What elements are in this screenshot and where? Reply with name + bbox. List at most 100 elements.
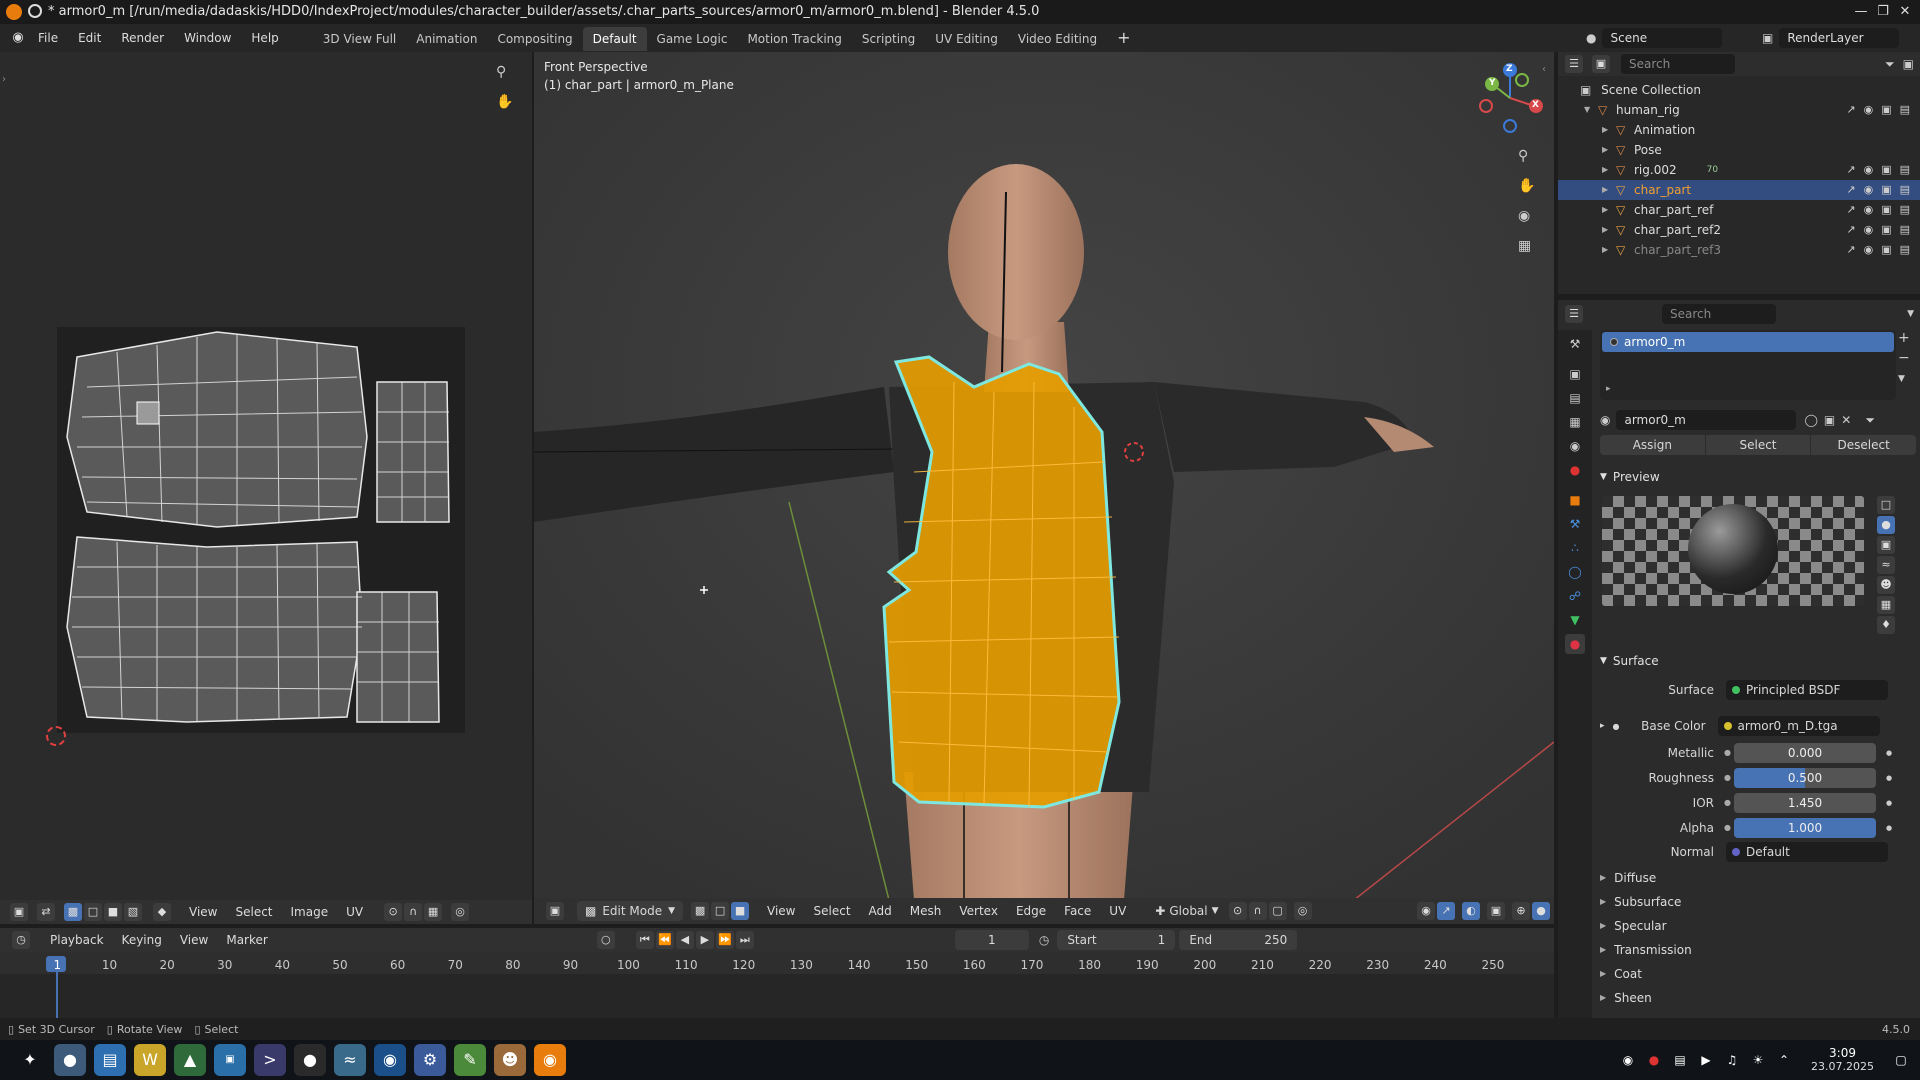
keyframe-dot-icon[interactable]: ● [1886,824,1892,832]
tab-scripting[interactable]: Scripting [852,27,925,51]
viewport-toggle-icon[interactable]: ▣ [1881,220,1891,240]
material-browse-icon[interactable]: ◉ [1600,413,1610,427]
mode-selector[interactable]: ▩ Edit Mode ▼ [577,901,684,921]
viewport-scene[interactable] [534,52,1554,900]
timeline-menu-keying[interactable]: Keying [113,933,171,947]
display-mode-icon[interactable]: ▣ [1592,55,1610,73]
modifier-tab-icon[interactable]: ⚒ [1565,514,1585,534]
subsection-header[interactable]: ▶ Subsurface [1600,890,1916,914]
preview-fluid-icon[interactable]: ♦ [1877,616,1895,634]
auto-keying-icon[interactable]: ○ [596,931,615,949]
tab-default[interactable]: Default [582,27,647,51]
world-tab-icon[interactable]: ● [1565,460,1585,480]
camera-icon[interactable]: ▤ [1900,180,1910,200]
start-frame-field[interactable]: Start 1 [1057,930,1176,950]
prop-slider[interactable]: 1.450 [1734,792,1876,813]
viewport-menu-vertex[interactable]: Vertex [950,904,1007,918]
scene-field[interactable]: Scene [1602,28,1723,48]
viewport-menu-uv[interactable]: UV [1100,904,1135,918]
scene-tab-icon[interactable]: ◉ [1565,436,1585,456]
subsection-header[interactable]: ▶ Transmission [1600,938,1916,962]
menu-edit[interactable]: Edit [68,24,111,52]
eye-icon[interactable]: ◉ [1864,160,1874,180]
next-keyframe-icon[interactable]: ⏩ [715,931,734,949]
preview-section-header[interactable]: ▼ Preview [1600,466,1916,488]
viewport-menu-view[interactable]: View [758,904,804,918]
filter-icon[interactable]: ⏷ [1885,57,1895,72]
uv-menu-image[interactable]: Image [282,905,338,919]
select-toggle-icon[interactable]: ↗ [1846,100,1855,120]
preview-flat-icon[interactable]: □ [1877,496,1895,514]
uv-texture-image[interactable] [57,327,465,733]
app-launcher-icon[interactable]: ✦ [14,1044,46,1076]
minimize-button[interactable]: — [1852,3,1870,21]
island-select-icon[interactable]: ▧ [124,903,142,921]
proportional-edit-icon[interactable]: ◎ [451,903,470,921]
subsection-header[interactable]: ▶ Sheen [1600,986,1916,1010]
material-name-field[interactable]: armor0_m [1616,410,1797,430]
uv-menu-select[interactable]: Select [226,905,281,919]
tool-tab-icon[interactable]: ⚒ [1565,334,1585,354]
editor-type-icon[interactable]: ☰ [1565,55,1583,73]
settings-icon[interactable] [28,4,42,18]
tab-video-editing[interactable]: Video Editing [1008,27,1107,51]
scene-collection-row[interactable]: ▣ Scene Collection [1558,80,1920,100]
app-icon-wave[interactable]: ≈ [334,1044,366,1076]
viewport-menu-face[interactable]: Face [1055,904,1100,918]
chevron-right-icon[interactable]: ▶ [1602,180,1616,200]
physics-tab-icon[interactable]: ◯ [1565,562,1585,582]
tab-uv-editing[interactable]: UV Editing [925,27,1008,51]
keyframe-dot-icon[interactable]: ● [1886,774,1892,782]
eye-icon[interactable]: ◉ [1864,220,1874,240]
brightness-icon[interactable]: ☀ [1749,1044,1767,1076]
prop-slider[interactable]: 0.000 [1734,742,1876,763]
chevron-right-icon[interactable]: ▶ [1602,160,1616,180]
viewport-toggle-icon[interactable]: ▣ [1881,200,1891,220]
preview-cloth-icon[interactable]: ▦ [1877,596,1895,614]
camera-icon[interactable]: ▤ [1900,220,1910,240]
frame-ruler[interactable]: 1 10 20 30 40 50 60 70 80 90 100 110 120 130 140 150 160… [0,952,1554,974]
editor-type-icon[interactable]: ▣ [10,903,28,921]
preview-monkey-icon[interactable]: ☻ [1877,576,1895,594]
fake-user-icon[interactable]: ◯ [1804,413,1817,427]
eye-icon[interactable]: ◉ [1864,200,1874,220]
chevron-right-icon[interactable]: ▶ [1602,200,1616,220]
scene-selector[interactable]: ● Scene [1586,28,1723,48]
volume-icon[interactable]: ♫ [1723,1044,1741,1076]
camera-icon[interactable]: ▤ [1900,200,1910,220]
select-toggle-icon[interactable]: ↗ [1846,220,1855,240]
viewport-menu-add[interactable]: Add [860,904,901,918]
pan-hand-icon[interactable]: ✋ [1518,178,1535,194]
play-icon[interactable]: ▶ [695,931,714,949]
pivot-icon[interactable]: ⊙ [1228,902,1247,920]
uv-sync-selection-icon[interactable]: ⇄ [37,903,55,921]
proportional-edit-icon[interactable]: ◎ [1293,902,1312,920]
menu-help[interactable]: Help [241,24,288,52]
preview-cube-icon[interactable]: ▣ [1877,536,1895,554]
navigation-gizmo[interactable]: Z X Y [1474,62,1546,134]
camera-view-icon[interactable]: ◉ [1518,208,1530,224]
jump-start-icon[interactable]: ⏮ [635,931,654,949]
preview-sphere-icon[interactable]: ● [1877,516,1895,534]
close-button[interactable]: ✕ [1896,3,1914,21]
outliner-row[interactable]: ▶ ▽ rig.002 70 ↗ ◉ ▣ ▤ [1558,160,1920,180]
chevron-right-icon[interactable]: ▶ [1602,140,1616,160]
3d-viewport[interactable]: Front Perspective (1) char_part | armor0… [534,52,1554,900]
constraints-tab-icon[interactable]: ☍ [1565,586,1585,606]
xray-toggle-icon[interactable]: ▣ [1487,902,1505,920]
timeline-track[interactable]: 1 10 20 30 40 50 60 70 80 90 100 110 120 130 140 150 160… [0,952,1554,1018]
play-reverse-icon[interactable]: ◀ [675,931,694,949]
chevron-down-icon[interactable]: ▼ [1907,309,1914,319]
show-desktop-icon[interactable]: ▢ [1892,1044,1910,1076]
editor-type-icon[interactable]: ◷ [12,931,30,949]
outliner-row[interactable]: ▼ ▽ human_rig ↗ ◉ ▣ ▤ [1558,100,1920,120]
keyframe-dot-icon[interactable]: ● [1886,799,1892,807]
prop-slider[interactable]: 0.500 [1734,767,1876,788]
eye-icon[interactable]: ◉ [1864,240,1874,260]
current-frame-field[interactable]: 1 [954,930,1029,950]
snap-icon[interactable]: ∩ [1248,902,1267,920]
subsection-header[interactable]: ▶ Diffuse [1600,866,1916,890]
subsection-header[interactable]: ▶ Coat [1600,962,1916,986]
browser-icon[interactable]: ● [294,1044,326,1076]
file-manager-icon[interactable]: ▤ [94,1044,126,1076]
